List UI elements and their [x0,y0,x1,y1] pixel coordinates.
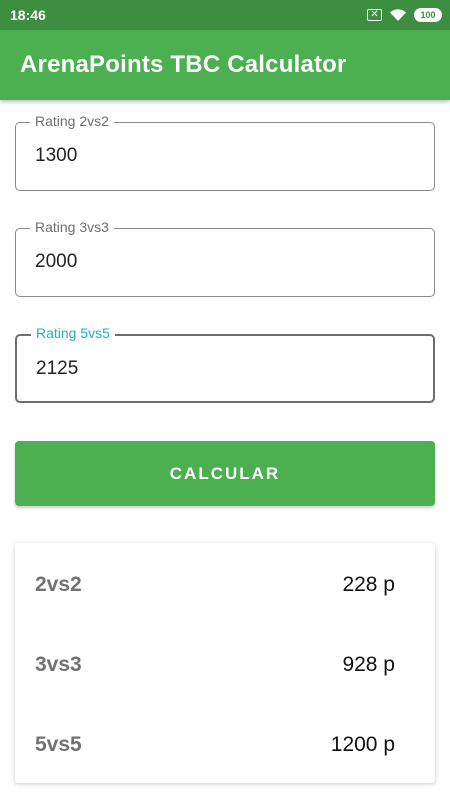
app-title: ArenaPoints TBC Calculator [20,51,347,78]
result-value-5vs5: 1200 p [330,733,395,756]
status-time: 18:46 [10,7,46,23]
status-bar: 18:46 ✕ 100 [0,0,450,30]
no-sim-icon: ✕ [367,9,382,21]
rating-2vs2-label: Rating 2vs2 [30,113,114,129]
calculate-button[interactable]: CALCULAR [15,441,435,506]
result-row-3vs3: 3vs3 928 p [15,645,435,685]
rating-2vs2-field[interactable]: Rating 2vs2 1300 [15,113,435,191]
results-card: 2vs2 228 p 3vs3 928 p 5vs5 1200 p [15,543,435,783]
result-row-5vs5: 5vs5 1200 p [15,725,435,765]
wifi-icon [390,9,406,21]
rating-5vs5-field[interactable]: Rating 5vs5 2125 [15,325,435,403]
rating-3vs3-label: Rating 3vs3 [30,219,114,235]
battery-icon: 100 [414,8,442,22]
result-label-3vs3: 3vs3 [35,653,82,676]
rating-3vs3-field[interactable]: Rating 3vs3 2000 [15,219,435,297]
result-label-5vs5: 5vs5 [35,733,82,756]
rating-5vs5-label: Rating 5vs5 [31,325,115,341]
result-row-2vs2: 2vs2 228 p [15,565,435,605]
result-value-3vs3: 928 p [342,653,395,676]
status-icons: ✕ 100 [367,8,442,22]
rating-2vs2-input[interactable]: 1300 [35,145,77,167]
rating-3vs3-input[interactable]: 2000 [35,251,77,273]
rating-5vs5-input[interactable]: 2125 [36,358,78,380]
app-bar: ArenaPoints TBC Calculator [0,30,450,100]
result-label-2vs2: 2vs2 [35,573,82,596]
result-value-2vs2: 228 p [342,573,395,596]
